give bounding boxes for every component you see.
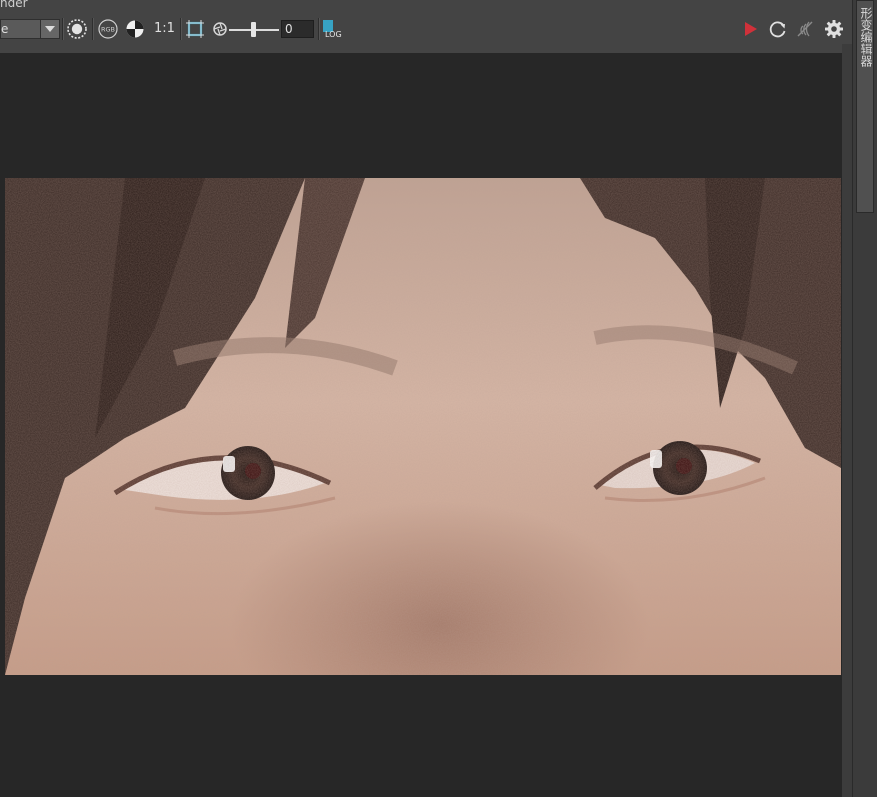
render-view-toolbar: e RGB 1:1 0 LOG	[0, 14, 852, 44]
settings-icon[interactable]	[823, 18, 845, 40]
pixel-ratio-button[interactable]: 1:1	[154, 20, 175, 38]
exposure-slider-handle[interactable]	[251, 22, 256, 37]
exposure-value-field[interactable]: 0	[281, 20, 314, 38]
side-panel: 形变编辑器	[852, 0, 877, 797]
rgb-channel-icon[interactable]: RGB	[97, 18, 119, 40]
render-region-icon[interactable]	[66, 18, 88, 40]
closeup-face-eyes-render-icon	[5, 178, 841, 675]
alpha-checker-icon[interactable]	[124, 18, 146, 40]
tab-shape-editor-label: 形变编辑器	[859, 7, 873, 67]
display-mode-dropdown[interactable]: e	[0, 19, 60, 39]
log-file-icon[interactable]: LOG	[322, 19, 342, 41]
rgb-label: RGB	[101, 26, 115, 34]
window-title: nder	[0, 0, 28, 10]
display-mode-value: e	[1, 22, 9, 36]
frame-region-icon[interactable]	[184, 18, 206, 40]
viewport-scrollbar[interactable]	[842, 44, 852, 797]
chevron-down-icon[interactable]	[40, 20, 59, 38]
exposure-icon[interactable]	[209, 18, 231, 40]
toolbar-divider	[0, 44, 842, 53]
ipr-icon[interactable]	[794, 18, 816, 40]
tab-shape-editor[interactable]: 形变编辑器	[856, 0, 874, 213]
render-play-icon[interactable]	[740, 18, 762, 40]
window-title-bar: nder	[0, 0, 852, 14]
log-label: LOG	[325, 30, 342, 39]
refresh-icon[interactable]	[767, 18, 789, 40]
render-image	[5, 178, 841, 675]
